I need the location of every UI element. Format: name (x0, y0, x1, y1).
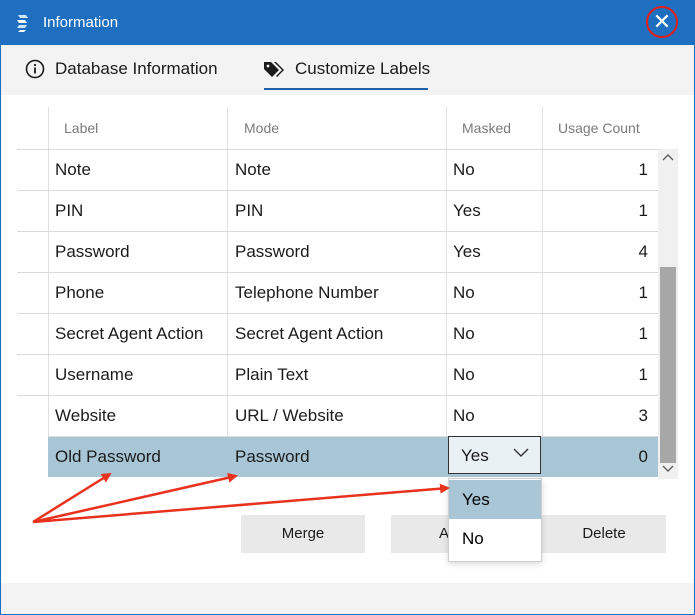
cell-label: Note (55, 160, 91, 179)
column-header-masked[interactable]: Masked (462, 107, 511, 149)
table-row[interactable]: PIN PIN Yes 1 (17, 190, 658, 231)
close-button[interactable]: ✕ (646, 6, 678, 38)
tab-database-information[interactable]: Database Information (25, 45, 218, 93)
tab-label: Customize Labels (295, 59, 431, 78)
scroll-up-button[interactable] (658, 149, 678, 165)
column-header-mode[interactable]: Mode (244, 107, 279, 149)
masked-select-value: Yes (461, 446, 489, 465)
cell-label: Password (55, 242, 130, 261)
tab-customize-labels[interactable]: Customize Labels (263, 45, 430, 93)
dropdown-option-no[interactable]: No (449, 519, 541, 558)
cell-mode: Password (235, 242, 310, 261)
cell-masked: No (453, 160, 475, 179)
window-title: Information (43, 14, 119, 31)
table-row[interactable]: Username Plain Text No 1 (17, 354, 658, 395)
cell-label: PIN (55, 201, 84, 220)
cell-label: Old Password (55, 447, 161, 466)
information-dialog: Information ✕ Database Information Custo… (0, 0, 695, 615)
cell-mode: PIN (235, 201, 264, 220)
masked-dropdown-list: Yes No (448, 478, 542, 562)
scroll-thumb[interactable] (660, 267, 676, 463)
tab-bar: Database Information Customize Labels (1, 45, 694, 95)
cell-usage-count: 4 (638, 242, 648, 261)
chevron-down-icon (662, 465, 674, 472)
cell-masked: Yes (453, 242, 481, 261)
cell-mode: Note (235, 160, 271, 179)
cell-usage-count: 1 (638, 283, 648, 302)
merge-button[interactable]: Merge (241, 515, 365, 553)
cell-mode: Plain Text (235, 365, 309, 384)
cell-usage-count: 1 (638, 324, 648, 343)
cell-label: Username (55, 365, 134, 384)
table-row[interactable]: Phone Telephone Number No 1 (17, 272, 658, 313)
add-button[interactable]: A (391, 515, 451, 553)
cell-usage-count: 1 (638, 201, 648, 220)
column-header-usage-count[interactable]: Usage Count (558, 107, 640, 149)
table-row-selected[interactable]: Old Password Password 0 (48, 436, 658, 477)
table-row[interactable]: Website URL / Website No 3 (17, 395, 658, 436)
active-tab-indicator (264, 88, 428, 90)
cell-masked: No (453, 406, 475, 425)
title-bar: Information ✕ (1, 1, 694, 45)
cell-mode: Secret Agent Action (235, 324, 384, 343)
tab-label: Database Information (55, 59, 218, 78)
cell-label: Website (55, 406, 117, 425)
tag-icon (263, 60, 285, 78)
chevron-down-icon (513, 448, 529, 457)
cell-label: Secret Agent Action (55, 324, 204, 343)
labels-table: Label Mode Masked Usage Count Note Note … (17, 107, 679, 478)
cell-masked: No (453, 365, 475, 384)
dropdown-option-yes[interactable]: Yes (449, 480, 541, 519)
cell-mode: Password (235, 447, 310, 466)
info-icon (25, 59, 45, 79)
cell-mode: URL / Website (235, 406, 344, 425)
cell-usage-count: 0 (638, 447, 648, 466)
delete-button[interactable]: Delete (542, 515, 666, 553)
cell-mode: Telephone Number (235, 283, 379, 302)
table-scrollbar[interactable] (658, 149, 678, 479)
cell-masked: No (453, 283, 475, 302)
cell-masked: Yes (453, 201, 481, 220)
cell-usage-count: 3 (638, 406, 648, 425)
chevron-up-icon (662, 154, 674, 161)
cell-masked: No (453, 324, 475, 343)
app-logo-icon (17, 15, 28, 32)
cell-label: Phone (55, 283, 105, 302)
table-row[interactable]: Note Note No 1 (17, 149, 658, 190)
column-header-label[interactable]: Label (64, 107, 98, 149)
table-row[interactable]: Password Password Yes 4 (17, 231, 658, 272)
status-bar (1, 583, 694, 614)
cell-usage-count: 1 (638, 365, 648, 384)
scroll-down-button[interactable] (658, 461, 678, 477)
close-icon: ✕ (652, 9, 672, 34)
masked-select[interactable]: Yes (448, 436, 541, 474)
table-row[interactable]: Secret Agent Action Secret Agent Action … (17, 313, 658, 354)
cell-usage-count: 1 (638, 160, 648, 179)
